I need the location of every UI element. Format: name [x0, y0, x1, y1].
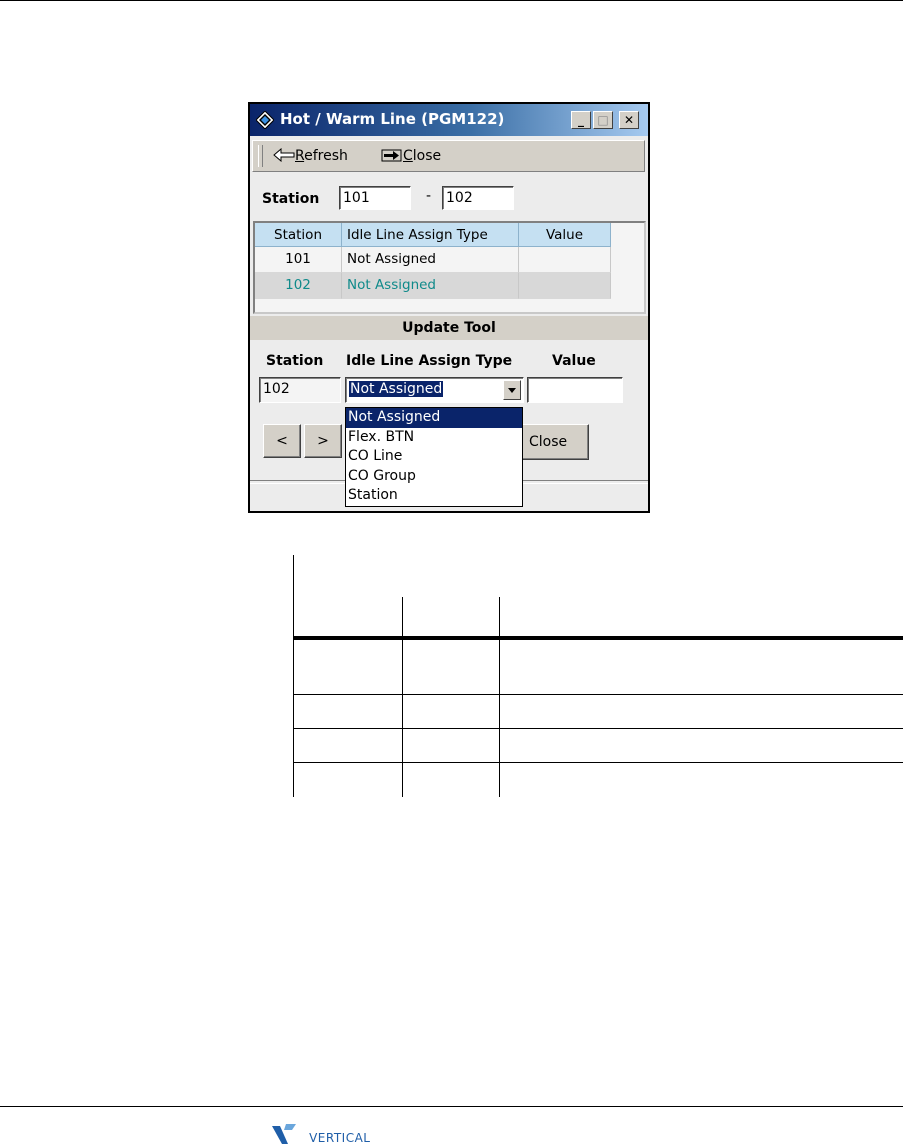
- station-to-input[interactable]: 102: [442, 186, 514, 210]
- close-accel: C: [403, 148, 413, 164]
- chevron-down-icon: [508, 388, 516, 393]
- table-header-rule: [293, 636, 903, 640]
- update-tool-header: Update Tool: [250, 316, 648, 340]
- vertical-logo: VERTICAL: [272, 1124, 371, 1146]
- vertical-logo-icon: [272, 1124, 296, 1144]
- table-row-rule-2: [293, 728, 903, 729]
- idle-line-type-select[interactable]: Not Assigned: [345, 377, 524, 403]
- table-col-rule-1: [402, 597, 403, 797]
- update-station-value: 102: [263, 381, 290, 397]
- update-station-label: Station: [266, 353, 324, 369]
- idle-line-type-options: Not Assigned Flex. BTN CO Line CO Group …: [345, 407, 523, 507]
- hot-warm-line-window: Hot / Warm Line (PGM122) _ □ ✕ Refresh C…: [248, 102, 650, 513]
- option-co-line[interactable]: CO Line: [346, 447, 522, 467]
- station-range-label: Station: [262, 191, 320, 207]
- vertical-logo-text: VERTICAL: [309, 1131, 371, 1145]
- close-label: lose: [412, 148, 442, 164]
- range-separator: -: [426, 188, 432, 204]
- idle-line-type-selected: Not Assigned: [349, 381, 444, 397]
- page-bottom-rule: [0, 1106, 903, 1107]
- refresh-accel: R: [295, 148, 305, 164]
- update-value-label: Value: [552, 353, 596, 369]
- dropdown-button[interactable]: [503, 380, 521, 400]
- grid-header-type[interactable]: Idle Line Assign Type: [342, 223, 519, 247]
- table-row-rule-1: [293, 694, 903, 695]
- grid-row-2-station[interactable]: 102: [255, 273, 342, 299]
- grid-row-1-value[interactable]: [519, 247, 611, 273]
- back-arrow-icon: [273, 147, 295, 163]
- grid-header-value[interactable]: Value: [519, 223, 611, 247]
- close-icon: ✕: [623, 113, 635, 127]
- option-co-group[interactable]: CO Group: [346, 467, 522, 487]
- station-to-value: 102: [446, 190, 473, 206]
- refresh-label: efresh: [304, 148, 348, 164]
- minimize-icon: _: [578, 113, 584, 127]
- update-type-label: Idle Line Assign Type: [346, 353, 513, 369]
- update-close-label: Close: [529, 434, 568, 450]
- option-flex-btn[interactable]: Flex. BTN: [346, 428, 522, 448]
- next-button[interactable]: >: [304, 424, 342, 458]
- page-top-rule: [0, 0, 903, 1]
- table-row-rule-3: [293, 762, 903, 763]
- table-left-rule: [293, 555, 294, 797]
- option-not-assigned[interactable]: Not Assigned: [346, 408, 522, 428]
- station-from-input[interactable]: 101: [339, 186, 411, 210]
- grid-row-1-station[interactable]: 101: [255, 247, 342, 273]
- minimize-button[interactable]: _: [571, 111, 591, 129]
- option-station[interactable]: Station: [346, 486, 522, 506]
- table-col-rule-2: [499, 597, 500, 797]
- update-value-input[interactable]: [527, 377, 623, 403]
- grid-row-2-value[interactable]: [519, 273, 611, 299]
- next-label: >: [317, 433, 329, 449]
- window-close-button[interactable]: ✕: [619, 111, 639, 129]
- prev-button[interactable]: <: [263, 424, 301, 458]
- toolbar-close-button[interactable]: Close: [381, 148, 441, 164]
- prev-label: <: [276, 433, 288, 449]
- grid-row-2-type[interactable]: Not Assigned: [342, 273, 519, 299]
- toolbar-grip[interactable]: [258, 145, 263, 167]
- window-title: Hot / Warm Line (PGM122): [280, 110, 505, 128]
- station-from-value: 101: [343, 190, 370, 206]
- exit-icon: [381, 149, 402, 162]
- maximize-button[interactable]: □: [593, 111, 613, 129]
- station-grid: Station Idle Line Assign Type Value 101 …: [253, 221, 646, 314]
- app-diamond-icon: [256, 111, 274, 129]
- grid-header-station[interactable]: Station: [255, 223, 342, 247]
- refresh-button[interactable]: Refresh: [273, 147, 348, 164]
- grid-row-1-type[interactable]: Not Assigned: [342, 247, 519, 273]
- update-station-input[interactable]: 102: [259, 377, 341, 403]
- title-bar[interactable]: Hot / Warm Line (PGM122) _ □ ✕: [250, 104, 648, 136]
- toolbar: Refresh Close: [252, 140, 645, 172]
- maximize-icon: □: [597, 113, 609, 127]
